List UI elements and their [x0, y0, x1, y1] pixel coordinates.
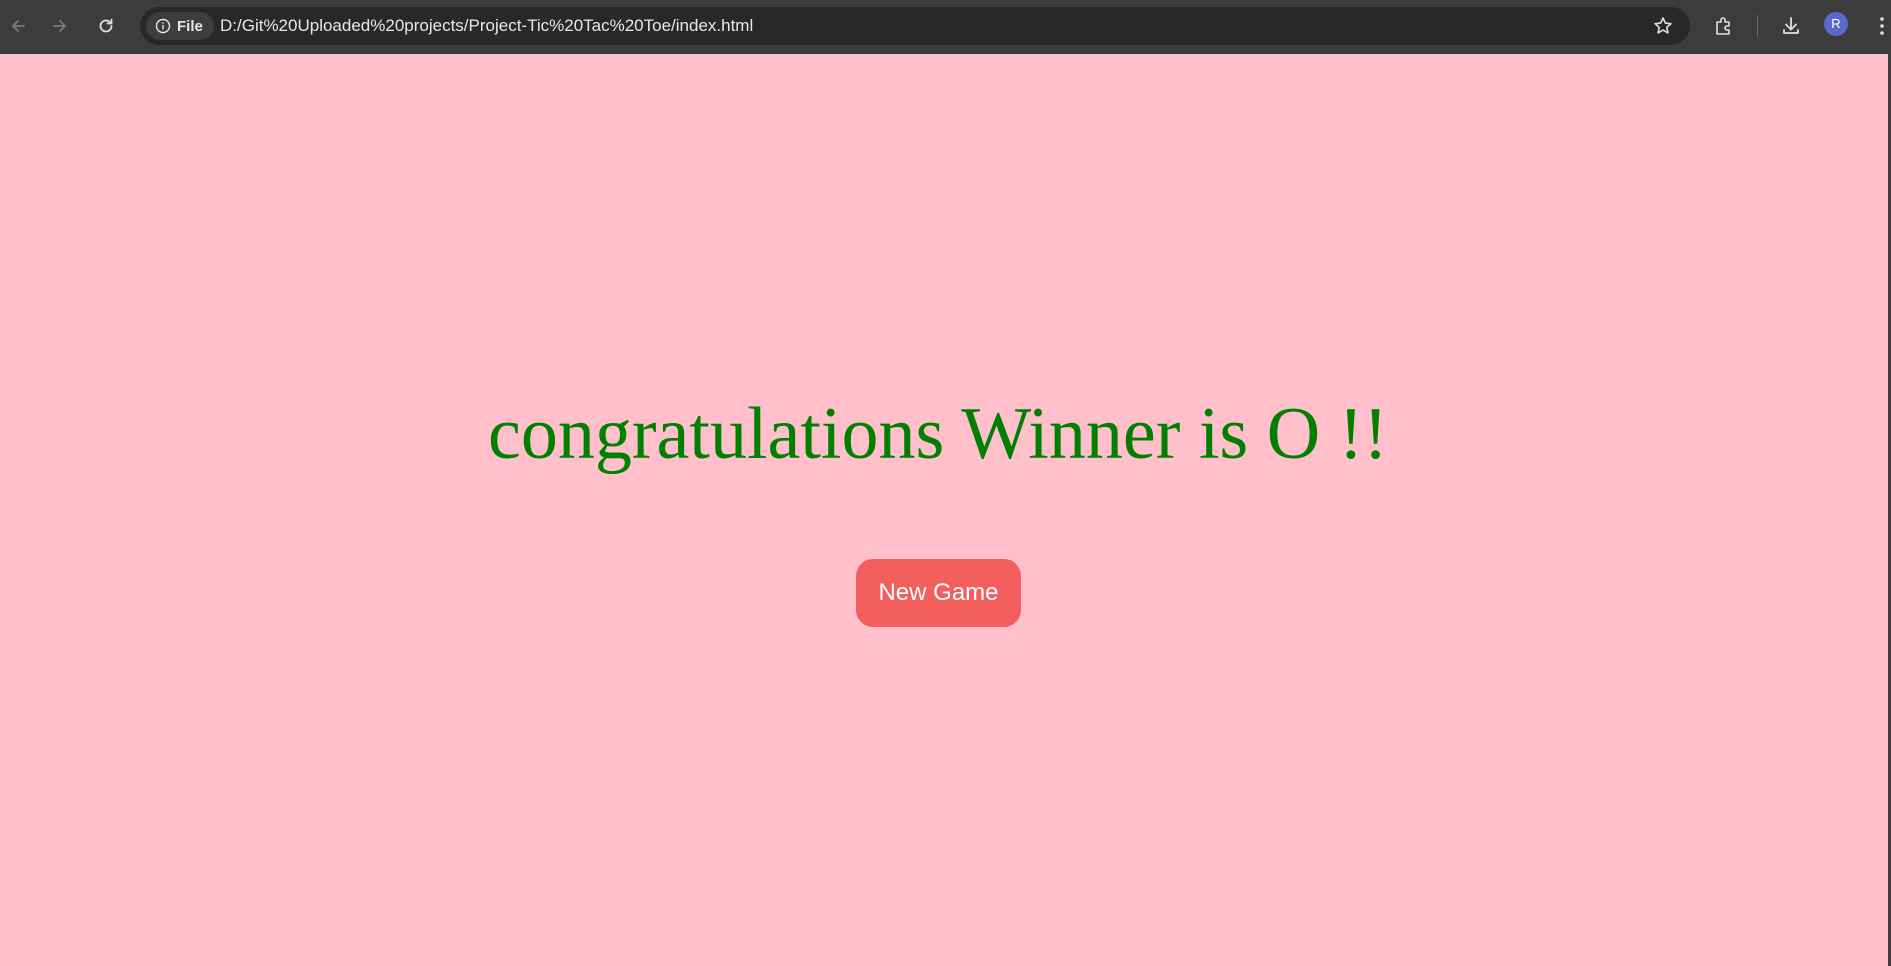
- forward-button[interactable]: [45, 11, 75, 41]
- back-arrow-icon: [12, 20, 25, 32]
- reload-icon: [99, 18, 113, 33]
- download-icon: [1783, 17, 1799, 34]
- reload-button[interactable]: [91, 11, 121, 41]
- site-info-label: File: [177, 17, 203, 35]
- address-bar[interactable]: File D:/Git%20Uploaded%20projects/Projec…: [140, 7, 1690, 45]
- profile-avatar[interactable]: R: [1824, 12, 1848, 36]
- browser-toolbar: File D:/Git%20Uploaded%20projects/Projec…: [0, 0, 1891, 54]
- kebab-menu-icon: [1880, 17, 1884, 35]
- site-info-chip[interactable]: File: [146, 12, 214, 40]
- star-icon[interactable]: [1652, 15, 1674, 37]
- url-text[interactable]: D:/Git%20Uploaded%20projects/Project-Tic…: [220, 7, 753, 45]
- forward-arrow-icon: [53, 20, 66, 32]
- new-game-button[interactable]: New Game: [856, 559, 1021, 627]
- downloads-button[interactable]: [1777, 12, 1805, 40]
- winner-message: congratulations Winner is O !!: [488, 393, 1388, 475]
- back-button[interactable]: [3, 11, 33, 41]
- browser-menu-button[interactable]: [1873, 12, 1891, 40]
- game-page: congratulations Winner is O !! New Game: [0, 54, 1891, 966]
- info-icon: [155, 18, 171, 34]
- toolbar-divider: [1757, 15, 1758, 37]
- puzzle-icon: [1716, 17, 1730, 35]
- extensions-button[interactable]: [1710, 12, 1738, 40]
